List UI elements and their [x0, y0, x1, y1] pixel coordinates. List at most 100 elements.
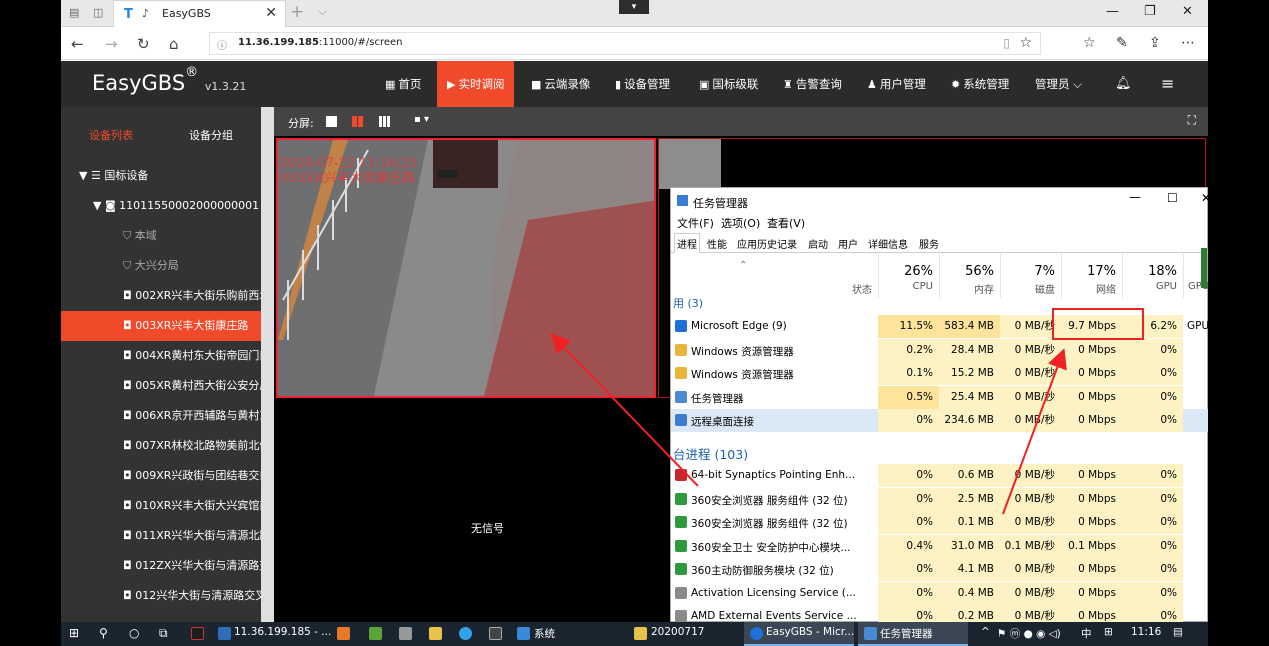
tm-menu-options[interactable]: 选项(O): [721, 215, 760, 231]
home-icon[interactable]: ⌂: [169, 35, 179, 53]
scrollbar-thumb[interactable]: [1201, 248, 1207, 288]
col-memory[interactable]: 56% 内存: [939, 254, 1000, 298]
new-tab-icon[interactable]: +: [290, 2, 304, 22]
nav-user-management[interactable]: ♟ 用户管理: [867, 61, 926, 107]
col-network[interactable]: 17% 网络: [1061, 254, 1122, 298]
tm-menu-file[interactable]: 文件(F): [677, 215, 714, 231]
minimize-icon[interactable]: —: [1106, 4, 1119, 19]
restore-icon[interactable]: ❐: [1144, 4, 1156, 19]
tree-device[interactable]: ▼ ◙ 11011550002000000001: [61, 191, 261, 221]
split-1-icon[interactable]: [326, 116, 337, 127]
process-row[interactable]: 360主动防御服务模块 (32 位) 0% 4.1 MB 0 MB/秒 0 Mbps 0%: [671, 558, 1208, 581]
url-field[interactable]: ⓘ 11.36.199.185:11000/#/screen ▯ ☆: [209, 32, 1041, 55]
tm-tab-services[interactable]: 服务: [919, 236, 939, 251]
process-row[interactable]: 360安全浏览器 服务组件 (32 位) 0% 2.5 MB 0 MB/秒 0 Mbps…: [671, 487, 1208, 511]
system-icon[interactable]: [517, 627, 530, 640]
tree-channel[interactable]: ◘ 004XR黄村东大街帝园门前: [61, 341, 261, 371]
tm-menu-view[interactable]: 查看(V): [767, 215, 805, 231]
app-icon[interactable]: [429, 627, 442, 640]
taskbar-item-system[interactable]: 系统: [534, 626, 555, 641]
tree-channel[interactable]: ◘ 002XR兴丰大街乐购前西北: [61, 281, 261, 311]
col-disk[interactable]: 7% 磁盘: [1000, 254, 1061, 298]
nav-system-management[interactable]: ✹ 系统管理: [951, 61, 1009, 107]
taskbar-item-folder[interactable]: 20200717: [651, 626, 704, 638]
search-icon[interactable]: ⚲: [99, 626, 108, 640]
edge-icon[interactable]: [750, 627, 763, 640]
process-row[interactable]: 360安全浏览器 服务组件 (32 位) 0% 0.1 MB 0 MB/秒 0 Mbps…: [671, 511, 1208, 534]
app-brand[interactable]: EasyGBS® v1.3.21: [92, 65, 246, 95]
tree-channel-selected[interactable]: ◘ 003XR兴丰大街康庄路: [61, 311, 261, 341]
share-icon[interactable]: ⇪: [1149, 35, 1161, 51]
more-icon[interactable]: ⋯: [1181, 35, 1195, 51]
tm-close-icon[interactable]: ✕: [1201, 191, 1208, 205]
nav-cloud-recording[interactable]: ■ 云端录像: [531, 61, 590, 107]
nav-admin-menu[interactable]: 管理员 ⌵: [1035, 61, 1082, 107]
tab-preview-icon[interactable]: ◫: [93, 7, 105, 18]
process-row[interactable]: Activation Licensing Service (... 0% 0.4 M…: [671, 581, 1208, 605]
browser-tab[interactable]: T ♪ EasyGBS ✕: [113, 0, 286, 27]
favorites-list-icon[interactable]: ☆: [1083, 35, 1096, 51]
folder-icon[interactable]: [634, 627, 647, 640]
tab-list-chevron-icon[interactable]: ⌵: [318, 4, 327, 19]
process-row[interactable]: Windows 资源管理器 0.1% 15.2 MB 0 MB/秒 0 Mbps 0%: [671, 362, 1208, 385]
close-window-icon[interactable]: ✕: [1182, 4, 1193, 19]
tm-minimize-icon[interactable]: —: [1129, 190, 1141, 204]
refresh-icon[interactable]: ↻: [137, 35, 150, 53]
col-status[interactable]: 状态: [846, 254, 878, 298]
tree-channel[interactable]: ⛉ 本域: [61, 221, 261, 251]
qq-icon[interactable]: [191, 627, 204, 640]
speaker-icon[interactable]: ♪: [142, 7, 149, 20]
tm-tab-details[interactable]: 详细信息: [868, 236, 908, 251]
favorite-star-icon[interactable]: ☆: [1019, 35, 1032, 51]
split-4-icon[interactable]: [352, 116, 363, 127]
process-row[interactable]: 64-bit Synaptics Pointing Enh... 0% 0.6 MB…: [671, 464, 1208, 487]
tab-actions-icon[interactable]: ▤: [69, 7, 81, 18]
tree-channel[interactable]: ◘ 012兴华大街与清源路交叉: [61, 581, 261, 611]
tm-tab-users[interactable]: 用户: [838, 236, 858, 251]
tray-chevron-up-icon[interactable]: ^: [981, 626, 990, 638]
tree-channel[interactable]: ◘ 006XR京开西辅路与黄村东: [61, 401, 261, 431]
sidebar-splitter[interactable]: [261, 107, 274, 622]
sort-chevron-up-icon[interactable]: ⌃: [739, 260, 747, 271]
taskbar-item-taskmgr[interactable]: 任务管理器: [880, 626, 933, 641]
tree-channel[interactable]: ◘ 010XR兴丰大街大兴宾馆南: [61, 491, 261, 521]
nav-gb-cascade[interactable]: ▣ 国标级联: [699, 61, 758, 107]
app-icon[interactable]: [337, 627, 350, 640]
tree-channel[interactable]: ⛉ 大兴分局: [61, 251, 261, 281]
task-view-icon[interactable]: ⧉: [159, 626, 168, 641]
tm-tab-startup[interactable]: 启动: [808, 236, 828, 251]
back-icon[interactable]: ←: [71, 35, 84, 53]
hamburger-menu-icon[interactable]: ≡: [1161, 61, 1174, 107]
nav-device-management[interactable]: ▮ 设备管理: [615, 61, 670, 107]
tree-root[interactable]: ▼ ☰ 国标设备: [61, 161, 261, 191]
taskbar-item-edge[interactable]: EasyGBS - Micr...: [766, 626, 854, 638]
group-apps-header[interactable]: 用 (3): [673, 295, 703, 311]
forward-icon[interactable]: →: [105, 35, 118, 53]
tree-channel[interactable]: ◘ 007XR林校北路物美前北侧: [61, 431, 261, 461]
app-icon[interactable]: [459, 627, 472, 640]
taskbar-item-remote[interactable]: 11.36.199.185 - ...: [234, 626, 331, 638]
split-more-icon[interactable]: ▪ ▾: [414, 114, 429, 125]
cmd-icon[interactable]: [489, 627, 502, 640]
video-cell-active[interactable]: 2020-07-22 11:16:25 003XR兴丰大街康庄路: [276, 138, 656, 398]
reading-view-icon[interactable]: ▯: [1003, 36, 1010, 50]
notifications-icon[interactable]: ▤: [1173, 626, 1183, 638]
keyboard-icon[interactable]: ⊞: [1104, 626, 1113, 638]
group-background-header[interactable]: 台进程 (103): [673, 444, 748, 463]
tm-tab-processes[interactable]: 进程: [674, 233, 700, 253]
tray-icons[interactable]: ⚑ ⓜ ● ◉ ◁): [997, 626, 1061, 641]
col-cpu[interactable]: 26% CPU: [878, 254, 939, 298]
col-gpu[interactable]: 18% GPU: [1122, 254, 1183, 298]
tm-tab-app-history[interactable]: 应用历史记录: [737, 236, 797, 251]
process-row[interactable]: 任务管理器 0.5% 25.4 MB 0 MB/秒 0 Mbps 0%: [671, 385, 1208, 409]
close-tab-icon[interactable]: ✕: [265, 5, 277, 21]
tm-maximize-icon[interactable]: ☐: [1167, 191, 1178, 205]
nav-live-view[interactable]: ▶ 实时调阅: [437, 61, 515, 107]
remote-desktop-icon[interactable]: [218, 627, 231, 640]
tm-tab-performance[interactable]: 性能: [707, 236, 727, 251]
tree-channel[interactable]: ◘ 005XR黄村西大街公安分局: [61, 371, 261, 401]
nav-alarm-query[interactable]: ♜ 告警查询: [783, 61, 842, 107]
clock[interactable]: 11:16: [1131, 626, 1161, 638]
app-icon[interactable]: [369, 627, 382, 640]
task-manager-icon[interactable]: [864, 627, 877, 640]
